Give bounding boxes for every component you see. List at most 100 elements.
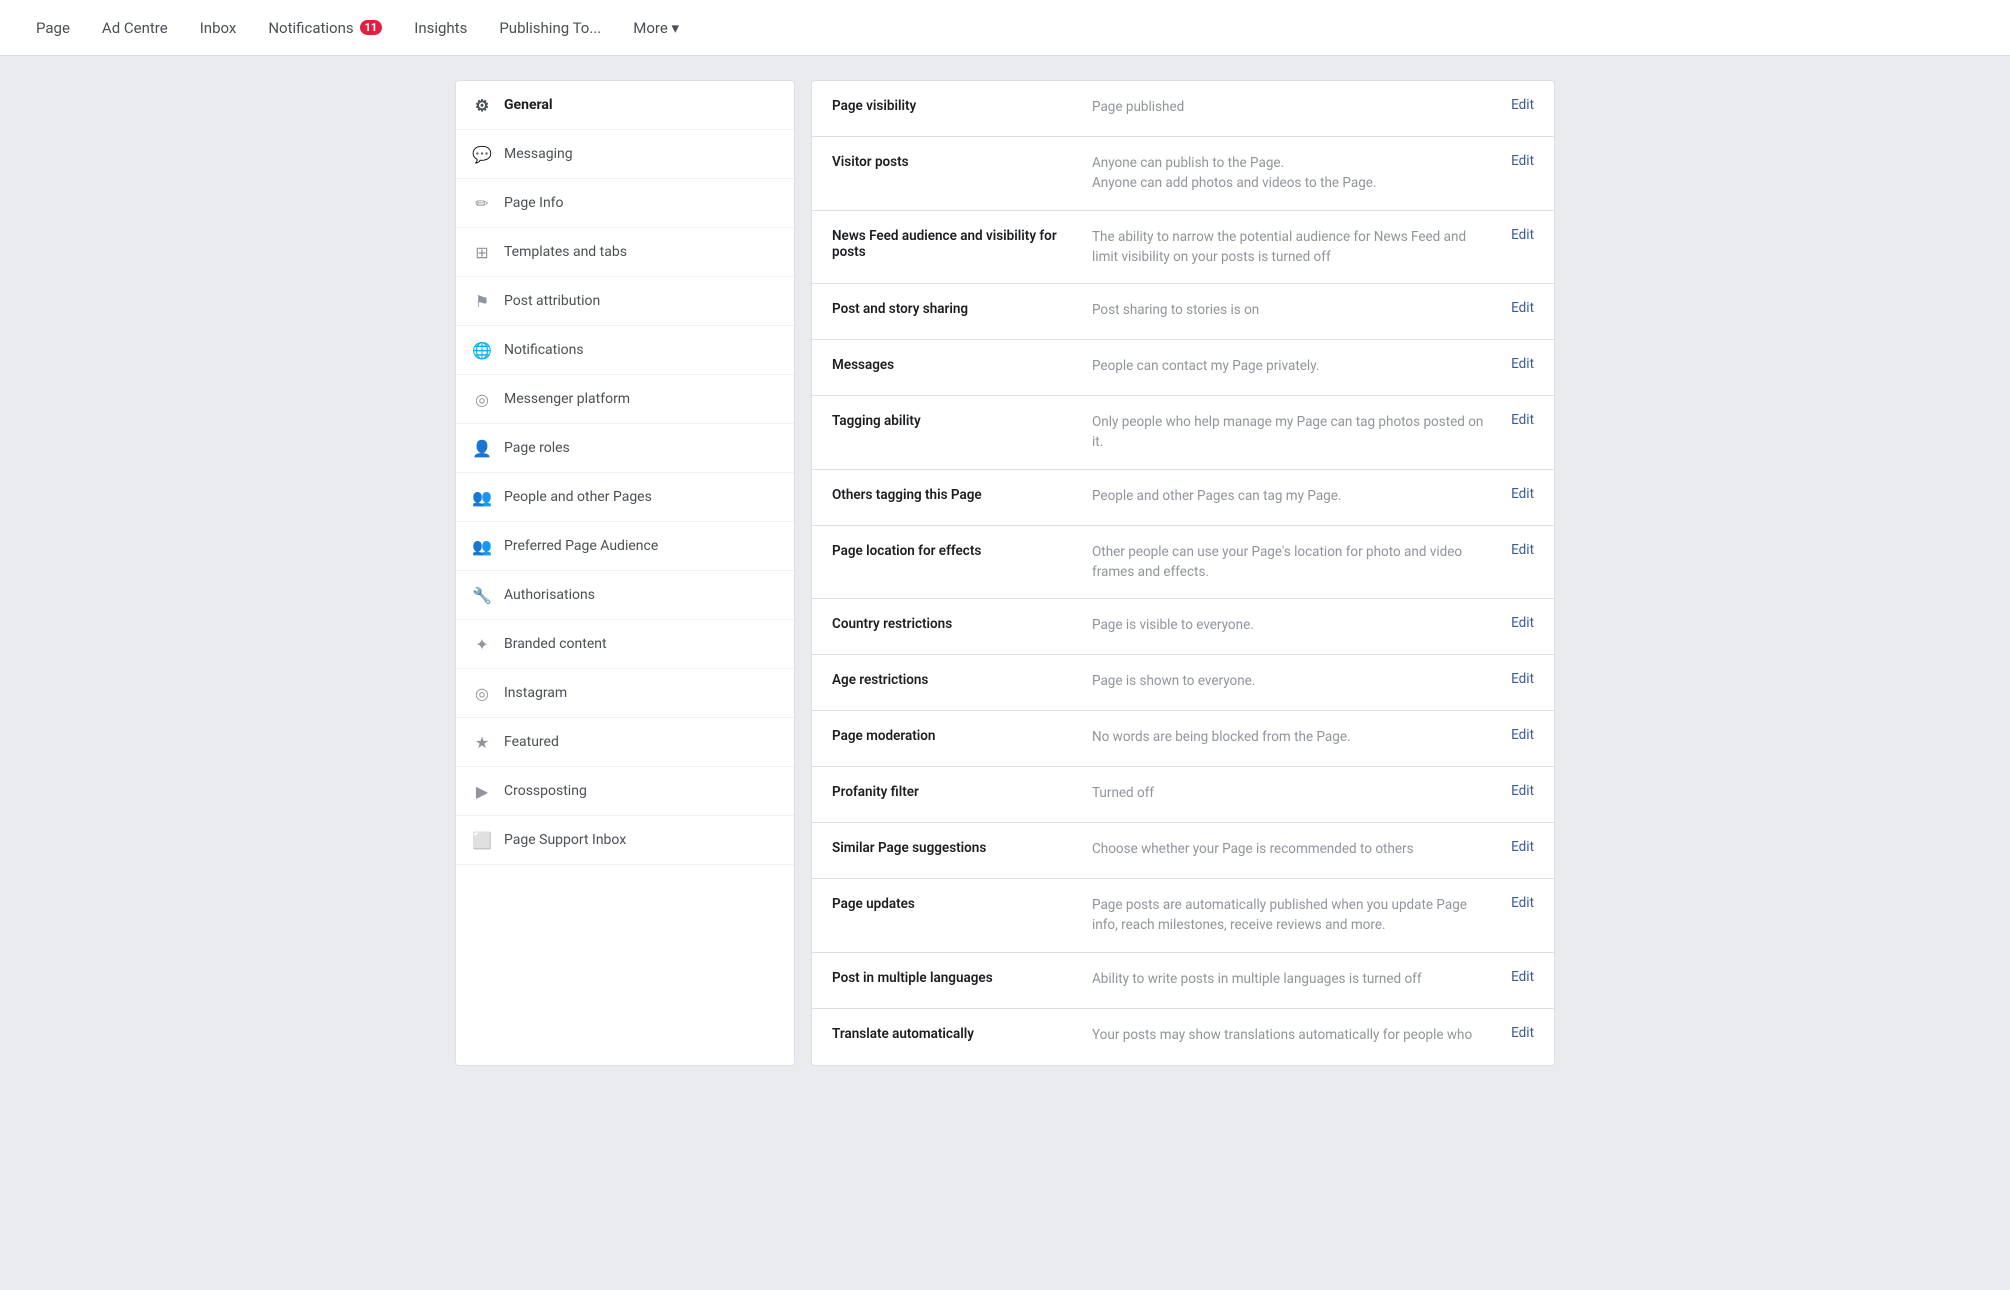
sidebar-item-messenger-platform[interactable]: ◎ Messenger platform <box>456 375 794 424</box>
settings-row-visitor-posts: Visitor postsAnyone can publish to the P… <box>812 137 1554 211</box>
sidebar-item-post-attribution[interactable]: ⚑Post attribution <box>456 277 794 326</box>
settings-edit-visitor-posts[interactable]: Edit <box>1511 153 1534 169</box>
sidebar-item-messaging[interactable]: 💬Messaging <box>456 130 794 179</box>
nav-label-publishing: Publishing To... <box>499 19 601 37</box>
sidebar-label-general: General <box>504 97 553 113</box>
settings-edit-age-restrictions[interactable]: Edit <box>1511 671 1534 687</box>
sidebar-icon-featured: ★ <box>472 732 492 752</box>
settings-value-tagging-ability: Only people who help manage my Page can … <box>1072 412 1511 453</box>
nav-item-ad-centre[interactable]: Ad Centre <box>86 1 184 55</box>
sidebar-item-notifications[interactable]: 🌐Notifications <box>456 326 794 375</box>
settings-label-tagging-ability: Tagging ability <box>832 412 1072 429</box>
settings-edit-similar-page-suggestions[interactable]: Edit <box>1511 839 1534 855</box>
settings-value-page-moderation: No words are being blocked from the Page… <box>1072 727 1511 747</box>
settings-label-news-feed-audience: News Feed audience and visibility for po… <box>832 227 1072 260</box>
nav-label-ad-centre: Ad Centre <box>102 19 168 37</box>
sidebar-label-crossposting: Crossposting <box>504 783 587 799</box>
nav-item-publishing[interactable]: Publishing To... <box>483 1 617 55</box>
sidebar-icon-page-info: ✏ <box>472 193 492 213</box>
settings-panel: Page visibilityPage publishedEditVisitor… <box>811 80 1555 1066</box>
settings-row-similar-page-suggestions: Similar Page suggestionsChoose whether y… <box>812 823 1554 879</box>
nav-item-inbox[interactable]: Inbox <box>184 1 253 55</box>
settings-value-post-multiple-languages: Ability to write posts in multiple langu… <box>1072 969 1511 989</box>
settings-label-page-moderation: Page moderation <box>832 727 1072 744</box>
settings-label-post-story-sharing: Post and story sharing <box>832 300 1072 317</box>
settings-row-post-story-sharing: Post and story sharingPost sharing to st… <box>812 284 1554 340</box>
settings-edit-page-visibility[interactable]: Edit <box>1511 97 1534 113</box>
settings-label-age-restrictions: Age restrictions <box>832 671 1072 688</box>
settings-value-translate-automatically: Your posts may show translations automat… <box>1072 1025 1511 1045</box>
settings-value-post-story-sharing: Post sharing to stories is on <box>1072 300 1511 320</box>
sidebar-item-people-other-pages[interactable]: 👥People and other Pages <box>456 473 794 522</box>
settings-label-post-multiple-languages: Post in multiple languages <box>832 969 1072 986</box>
sidebar-label-messaging: Messaging <box>504 146 573 162</box>
sidebar-label-authorisations: Authorisations <box>504 587 595 603</box>
nav-badge-notifications: 11 <box>360 20 383 35</box>
sidebar-icon-templates: ⊞ <box>472 242 492 262</box>
sidebar-label-instagram: Instagram <box>504 685 567 701</box>
sidebar-item-branded-content[interactable]: ✦Branded content <box>456 620 794 669</box>
settings-row-tagging-ability: Tagging abilityOnly people who help mana… <box>812 396 1554 470</box>
sidebar-label-featured: Featured <box>504 734 559 750</box>
nav-label-insights: Insights <box>414 19 467 37</box>
settings-value-messages: People can contact my Page privately. <box>1072 356 1511 376</box>
sidebar-icon-people-other-pages: 👥 <box>472 487 492 507</box>
settings-row-translate-automatically: Translate automaticallyYour posts may sh… <box>812 1009 1554 1065</box>
settings-label-page-updates: Page updates <box>832 895 1072 912</box>
settings-edit-country-restrictions[interactable]: Edit <box>1511 615 1534 631</box>
settings-label-others-tagging: Others tagging this Page <box>832 486 1072 503</box>
sidebar-icon-messenger-platform: ◎ <box>472 389 492 409</box>
settings-value-news-feed-audience: The ability to narrow the potential audi… <box>1072 227 1511 268</box>
settings-edit-page-updates[interactable]: Edit <box>1511 895 1534 911</box>
sidebar-item-templates[interactable]: ⊞ Templates and tabs <box>456 228 794 277</box>
nav-item-page[interactable]: Page <box>20 1 86 55</box>
sidebar-icon-authorisations: 🔧 <box>472 585 492 605</box>
nav-item-notifications[interactable]: Notifications 11 <box>252 1 398 55</box>
settings-label-similar-page-suggestions: Similar Page suggestions <box>832 839 1072 856</box>
settings-label-translate-automatically: Translate automatically <box>832 1025 1072 1042</box>
nav-label-more: More ▾ <box>633 19 679 37</box>
nav-items: Page Ad Centre Inbox Notifications 11 Insight… <box>20 1 695 55</box>
settings-label-messages: Messages <box>832 356 1072 373</box>
sidebar-item-crossposting[interactable]: ▶Crossposting <box>456 767 794 816</box>
settings-row-page-visibility: Page visibilityPage publishedEdit <box>812 81 1554 137</box>
nav-label-notifications: Notifications <box>268 19 353 37</box>
nav-label-page: Page <box>36 19 70 37</box>
settings-value-page-visibility: Page published <box>1072 97 1511 117</box>
settings-edit-post-story-sharing[interactable]: Edit <box>1511 300 1534 316</box>
nav-item-more[interactable]: More ▾ <box>617 1 695 55</box>
sidebar-item-page-roles[interactable]: 👤Page roles <box>456 424 794 473</box>
sidebar-item-general[interactable]: ⚙ General <box>456 81 794 130</box>
sidebar-label-templates: Templates and tabs <box>504 244 627 260</box>
settings-edit-others-tagging[interactable]: Edit <box>1511 486 1534 502</box>
settings-label-country-restrictions: Country restrictions <box>832 615 1072 632</box>
sidebar-label-preferred-audience: Preferred Page Audience <box>504 538 658 554</box>
sidebar-item-featured[interactable]: ★ Featured <box>456 718 794 767</box>
main-content: ⚙ General 💬Messaging✏Page Info ⊞ Templates a… <box>455 80 1555 1066</box>
settings-row-messages: MessagesPeople can contact my Page priva… <box>812 340 1554 396</box>
nav-item-insights[interactable]: Insights <box>398 1 483 55</box>
settings-edit-tagging-ability[interactable]: Edit <box>1511 412 1534 428</box>
settings-row-country-restrictions: Country restrictionsPage is visible to e… <box>812 599 1554 655</box>
settings-edit-translate-automatically[interactable]: Edit <box>1511 1025 1534 1041</box>
sidebar-label-messenger-platform: Messenger platform <box>504 391 630 407</box>
settings-label-page-location-effects: Page location for effects <box>832 542 1072 559</box>
settings-edit-post-multiple-languages[interactable]: Edit <box>1511 969 1534 985</box>
sidebar-item-authorisations[interactable]: 🔧 Authorisations <box>456 571 794 620</box>
sidebar-item-instagram[interactable]: ◎Instagram <box>456 669 794 718</box>
sidebar-item-page-support[interactable]: ⬜Page Support Inbox <box>456 816 794 865</box>
sidebar-item-preferred-audience[interactable]: 👥Preferred Page Audience <box>456 522 794 571</box>
settings-edit-news-feed-audience[interactable]: Edit <box>1511 227 1534 243</box>
settings-value-visitor-posts: Anyone can publish to the Page. Anyone c… <box>1072 153 1511 194</box>
settings-edit-profanity-filter[interactable]: Edit <box>1511 783 1534 799</box>
settings-label-visitor-posts: Visitor posts <box>832 153 1072 170</box>
settings-edit-page-moderation[interactable]: Edit <box>1511 727 1534 743</box>
sidebar-item-page-info[interactable]: ✏Page Info <box>456 179 794 228</box>
settings-value-age-restrictions: Page is shown to everyone. <box>1072 671 1511 691</box>
settings-edit-page-location-effects[interactable]: Edit <box>1511 542 1534 558</box>
settings-edit-messages[interactable]: Edit <box>1511 356 1534 372</box>
sidebar-label-page-roles: Page roles <box>504 440 570 456</box>
sidebar-icon-post-attribution: ⚑ <box>472 291 492 311</box>
settings-value-page-updates: Page posts are automatically published w… <box>1072 895 1511 936</box>
sidebar-icon-general: ⚙ <box>472 95 492 115</box>
